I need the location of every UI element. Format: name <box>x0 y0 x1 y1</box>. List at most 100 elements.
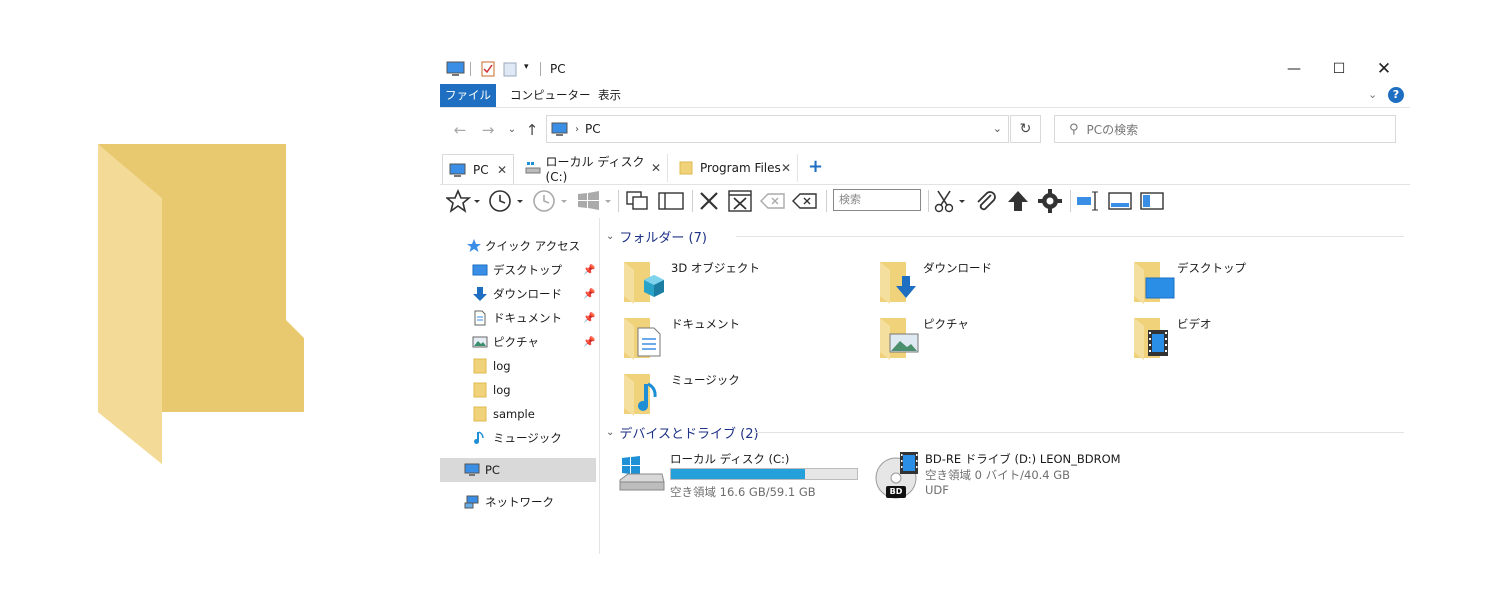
drive-local-disk-c[interactable]: ローカル ディスク (C:) 空き領域 16.6 GB/59.1 GB <box>618 450 858 502</box>
picture-icon <box>880 318 919 360</box>
attach-paperclip-icon[interactable] <box>972 188 1000 214</box>
sidebar-item-log[interactable]: log <box>440 378 596 402</box>
sidebar-item-label: ピクチャ <box>493 335 539 349</box>
folder-pictures[interactable]: ピクチャ <box>878 314 1118 366</box>
navigation-pane: クイック アクセス デスクトップ 📌 ダウンロード 📌 ドキュメント 📌 ピクチ… <box>440 218 600 554</box>
tab-label: PC <box>473 162 489 177</box>
close-tab-icon[interactable]: ✕ <box>651 161 661 175</box>
folder-documents[interactable]: ドキュメント <box>622 314 862 366</box>
forward-button[interactable]: → <box>478 120 498 140</box>
close-tab-icon[interactable]: ✕ <box>781 161 791 175</box>
sidebar-item-label: クイック アクセス <box>485 239 581 253</box>
sidebar-item-quick-access[interactable]: クイック アクセス <box>440 234 596 258</box>
select-text-icon[interactable] <box>1074 188 1102 214</box>
up-button[interactable]: ↑ <box>522 120 542 140</box>
pin-icon[interactable]: 📌 <box>583 313 595 324</box>
bd-badge: BD <box>889 487 903 496</box>
window-title: PC <box>550 62 566 76</box>
cut-scissors-icon[interactable] <box>932 188 968 214</box>
music-note-icon <box>474 431 484 444</box>
toolbar-separator <box>618 190 619 212</box>
sidebar-item-log[interactable]: log <box>440 354 596 378</box>
windows-logo-icon[interactable] <box>574 188 614 214</box>
folder-icon <box>473 382 487 398</box>
up-arrow-icon[interactable] <box>1004 188 1032 214</box>
group-header-devices[interactable]: ⌄ デバイスとドライブ (2) <box>606 422 1406 442</box>
close-button[interactable]: ✕ <box>1364 58 1404 80</box>
backspace-disabled-icon[interactable] <box>758 188 788 214</box>
settings-gear-icon[interactable] <box>1036 188 1064 214</box>
properties-icon[interactable] <box>480 60 496 78</box>
drive-bd-re-d[interactable]: BD BD-RE ドライブ (D:) LEON_BDROM 空き領域 0 バイト… <box>874 450 1134 502</box>
ribbon-expand-icon[interactable]: ⌄ <box>1368 88 1377 101</box>
folder-desktop[interactable]: デスクトップ <box>1132 258 1372 310</box>
desktop-icon <box>472 264 488 276</box>
close-window-icon[interactable] <box>726 188 754 214</box>
group-header-folders[interactable]: ⌄ フォルダー (7) <box>606 226 1406 246</box>
toolbar-search-input[interactable]: 検索 <box>833 189 921 211</box>
back-button[interactable]: ← <box>450 120 470 140</box>
close-tab-icon[interactable]: ✕ <box>497 163 507 177</box>
folder-label: ピクチャ <box>923 317 969 331</box>
clear-icon[interactable] <box>790 188 820 214</box>
computer-icon <box>449 163 466 177</box>
new-folder-icon[interactable] <box>502 60 518 78</box>
group-header-label: デバイスとドライブ (2) <box>619 426 759 442</box>
tab-local-disk[interactable]: ローカル ディスク (C:) ✕ <box>518 154 668 184</box>
tab-pc[interactable]: PC ✕ <box>442 154 514 184</box>
new-window-icon[interactable] <box>624 188 652 214</box>
collapse-chevron-icon[interactable]: ⌄ <box>606 231 614 242</box>
sidebar-item-pc[interactable]: PC <box>440 458 596 482</box>
sidebar-item-sample[interactable]: sample <box>440 402 596 426</box>
preview-pane-icon[interactable] <box>1106 188 1134 214</box>
folder-icon <box>473 406 487 422</box>
folder-icon <box>679 161 693 175</box>
drive-free-space: 空き領域 0 バイト/40.4 GB <box>925 468 1071 482</box>
sidebar-item-downloads[interactable]: ダウンロード 📌 <box>440 282 596 306</box>
drive-filesystem: UDF <box>925 483 949 497</box>
pin-icon[interactable]: 📌 <box>583 289 595 300</box>
refresh-button[interactable]: ↻ <box>1010 115 1041 143</box>
history-clock-icon[interactable] <box>486 188 526 214</box>
quick-access-dropdown-icon[interactable]: ▾ <box>524 62 529 80</box>
sidebar-item-label: デスクトップ <box>493 263 562 277</box>
pin-icon[interactable]: 📌 <box>583 265 595 276</box>
details-pane-icon[interactable] <box>1138 188 1166 214</box>
toolbar-separator <box>1070 190 1071 212</box>
computer-icon <box>446 61 465 76</box>
tab-view[interactable]: 表示 <box>588 84 631 107</box>
download-arrow-icon <box>880 262 916 304</box>
group-header-label: フォルダー (7) <box>619 230 707 246</box>
delete-x-icon[interactable] <box>696 188 722 214</box>
tab-program-files[interactable]: Program Files ✕ <box>672 154 798 182</box>
favorites-star-icon[interactable] <box>444 188 482 214</box>
computer-icon <box>464 463 480 476</box>
search-placeholder: PCの検索 <box>1086 122 1139 137</box>
ribbon-tabs: ファイル コンピューター 表示 ⌄ ? <box>440 84 1410 108</box>
tab-computer[interactable]: コンピューター <box>500 84 601 107</box>
sidebar-item-network[interactable]: ネットワーク <box>440 490 596 514</box>
panes-icon[interactable] <box>656 188 686 214</box>
folder-downloads[interactable]: ダウンロード <box>878 258 1118 310</box>
new-tab-button[interactable]: + <box>808 156 823 177</box>
recent-locations-icon[interactable]: ⌄ <box>502 120 522 140</box>
breadcrumb[interactable]: PC <box>585 122 601 136</box>
search-input[interactable]: ⚲ PCの検索 <box>1054 115 1396 143</box>
address-dropdown-icon[interactable]: ⌄ <box>993 122 1002 135</box>
folder-3d-objects[interactable]: 3D オブジェクト <box>622 258 862 310</box>
folder-videos[interactable]: ビデオ <box>1132 314 1372 366</box>
desktop-icon <box>1134 262 1175 304</box>
pin-icon[interactable]: 📌 <box>583 337 595 348</box>
minimize-button[interactable]: — <box>1274 58 1314 80</box>
sidebar-item-documents[interactable]: ドキュメント 📌 <box>440 306 596 330</box>
collapse-chevron-icon[interactable]: ⌄ <box>606 427 614 438</box>
sidebar-item-music[interactable]: ミュージック <box>440 426 596 450</box>
maximize-button[interactable]: ☐ <box>1319 58 1359 80</box>
tab-file[interactable]: ファイル <box>440 84 496 107</box>
address-bar[interactable]: › PC ⌄ <box>546 115 1009 143</box>
sidebar-item-pictures[interactable]: ピクチャ 📌 <box>440 330 596 354</box>
sidebar-item-desktop[interactable]: デスクトップ 📌 <box>440 258 596 282</box>
folder-music[interactable]: ミュージック <box>622 370 862 422</box>
help-icon[interactable]: ? <box>1388 87 1404 103</box>
recent-clock-icon[interactable] <box>530 188 570 214</box>
